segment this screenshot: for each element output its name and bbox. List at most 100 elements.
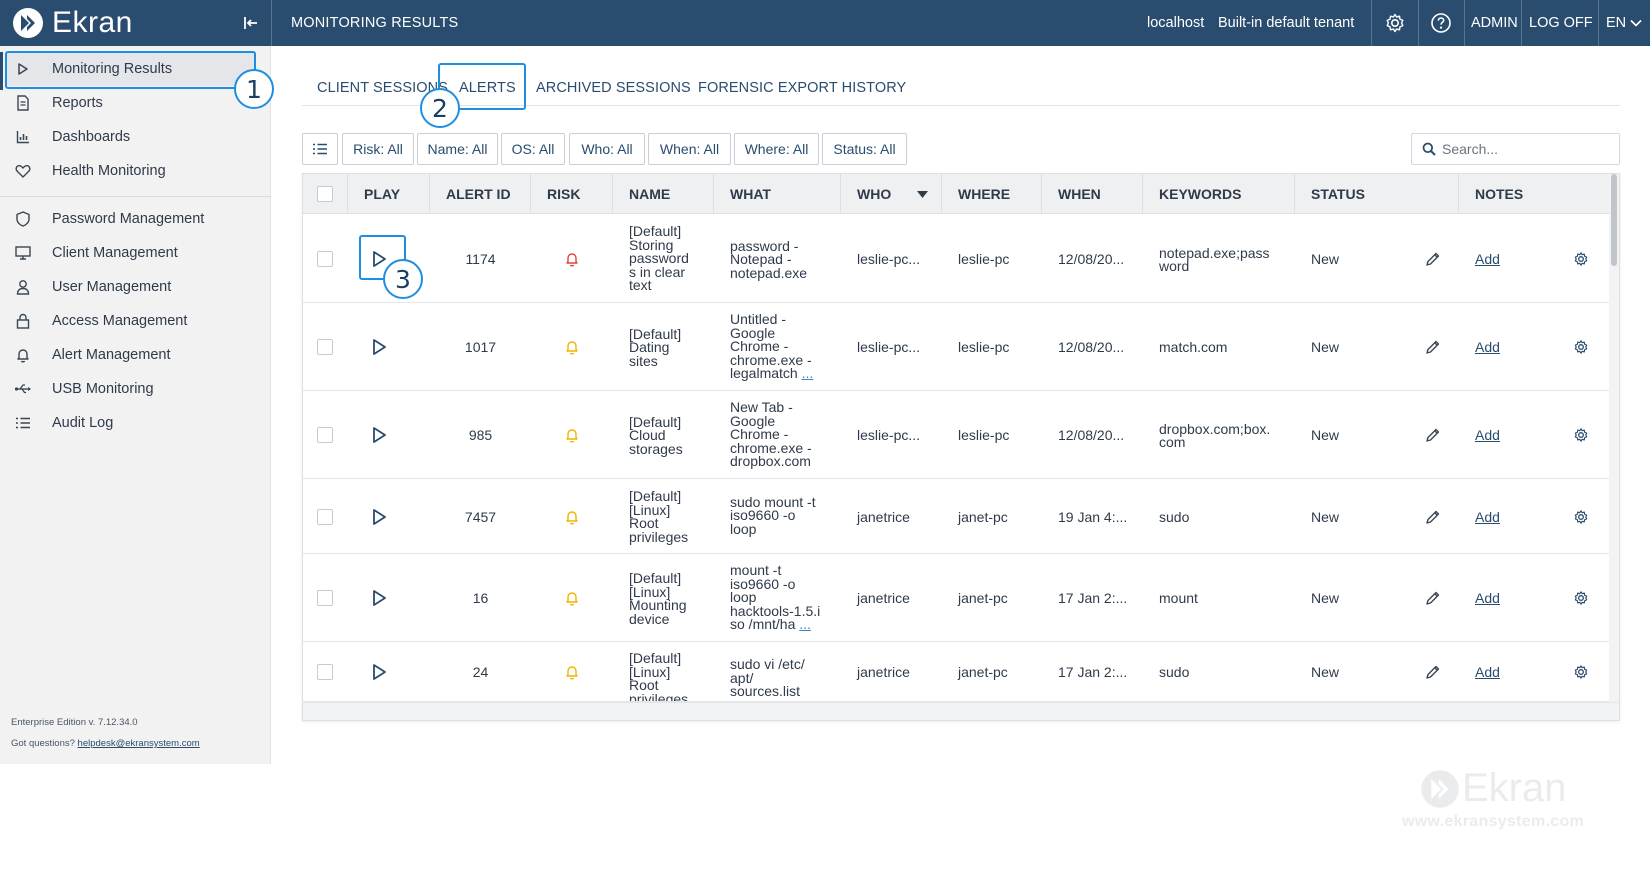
add-note-label[interactable]: Add — [1475, 427, 1500, 443]
edit-pencil-icon[interactable] — [1425, 339, 1443, 357]
play-session-icon[interactable] — [368, 506, 390, 528]
sidebar-item-client-management[interactable]: Client Management — [6, 236, 256, 270]
help-icon[interactable] — [1430, 12, 1452, 34]
add-note-link[interactable]: Add — [1475, 479, 1515, 554]
add-note-link[interactable]: Add — [1475, 554, 1515, 642]
scrollbar-thumb[interactable] — [1611, 174, 1617, 266]
edit-pencil-icon[interactable] — [1425, 509, 1443, 527]
tab-forensic-export-history[interactable]: FORENSIC EXPORT HISTORY — [698, 76, 906, 100]
select-all-checkbox[interactable] — [317, 186, 333, 202]
add-note-label[interactable]: Add — [1475, 509, 1500, 525]
table-row[interactable]: 1174 [Default] Storing password s in cle… — [303, 215, 1609, 303]
add-note-link[interactable]: Add — [1475, 391, 1515, 479]
keywords-cell: sudo — [1159, 664, 1190, 680]
row-settings-gear-icon[interactable] — [1573, 427, 1591, 445]
helpdesk-email-link[interactable]: helpdesk@ekransystem.com — [78, 738, 200, 749]
filter-name[interactable]: Name: All — [417, 133, 498, 165]
app-logo[interactable]: Ekran — [12, 6, 133, 40]
edit-pencil-icon[interactable] — [1425, 427, 1443, 445]
table-row[interactable]: 16 [Default] [Linux] Mounting device mou… — [303, 554, 1609, 642]
column-header-when[interactable]: WHEN — [1042, 174, 1143, 214]
add-note-link[interactable]: Add — [1475, 303, 1515, 391]
chevron-down-icon — [1630, 19, 1642, 27]
column-chooser-button[interactable] — [302, 133, 338, 165]
sidebar-item-access-management[interactable]: Access Management — [6, 304, 256, 338]
status-cell: New — [1311, 339, 1340, 355]
column-header-status[interactable]: STATUS — [1295, 174, 1459, 214]
row-checkbox[interactable] — [317, 251, 333, 267]
add-note-label[interactable]: Add — [1475, 339, 1500, 355]
filter-when[interactable]: When: All — [648, 133, 731, 165]
column-header-name[interactable]: NAME — [613, 174, 714, 214]
search-input[interactable] — [1442, 141, 1602, 157]
add-note-label[interactable]: Add — [1475, 251, 1500, 267]
vertical-scrollbar[interactable] — [1609, 174, 1619, 702]
sidebar-item-password-management[interactable]: Password Management — [6, 202, 256, 236]
edit-pencil-icon[interactable] — [1425, 251, 1443, 269]
sidebar-item-audit-log[interactable]: Audit Log — [6, 406, 256, 440]
expand-more-link[interactable]: ... — [799, 616, 811, 632]
edit-pencil-icon[interactable] — [1425, 664, 1443, 682]
filter-os[interactable]: OS: All — [501, 133, 565, 165]
horizontal-scrollbar[interactable] — [303, 702, 1619, 720]
keywords-cell: mount — [1159, 590, 1198, 606]
table-row[interactable]: 985 [Default] Cloud storages New Tab - G… — [303, 391, 1609, 479]
play-session-icon[interactable] — [368, 587, 390, 609]
column-header-notes[interactable]: NOTES — [1459, 174, 1609, 214]
row-checkbox[interactable] — [317, 427, 333, 443]
row-checkbox[interactable] — [317, 664, 333, 680]
server-name: localhost — [1147, 15, 1205, 31]
edit-pencil-icon[interactable] — [1425, 590, 1443, 608]
what-text: Untitled - Google Chrome - chrome.exe - … — [730, 311, 812, 381]
column-header-keywords[interactable]: KEYWORDS — [1143, 174, 1295, 214]
row-settings-gear-icon[interactable] — [1573, 339, 1591, 357]
filter-risk[interactable]: Risk: All — [342, 133, 414, 165]
questions-label: Got questions? — [11, 738, 75, 749]
risk-high-bell-icon — [565, 251, 579, 267]
column-header-where[interactable]: WHERE — [942, 174, 1042, 214]
settings-gear-icon[interactable] — [1384, 12, 1406, 34]
where-cell: leslie-pc — [958, 339, 1010, 355]
current-user-menu[interactable]: ADMIN — [1471, 0, 1518, 46]
table-row[interactable]: 7457 [Default] [Linux] Root privileges s… — [303, 479, 1609, 554]
expand-more-link[interactable]: ... — [802, 365, 814, 381]
add-note-link[interactable]: Add — [1475, 642, 1515, 701]
row-checkbox[interactable] — [317, 339, 333, 355]
add-note-label[interactable]: Add — [1475, 664, 1500, 680]
column-header-risk[interactable]: RISK — [531, 174, 613, 214]
add-note-link[interactable]: Add — [1475, 215, 1515, 303]
language-selector[interactable]: EN — [1606, 0, 1642, 46]
table-row[interactable]: 1017 [Default] Dating sites Untitled - G… — [303, 303, 1609, 391]
row-settings-gear-icon[interactable] — [1573, 590, 1591, 608]
logoff-button[interactable]: LOG OFF — [1529, 0, 1593, 46]
row-checkbox[interactable] — [317, 590, 333, 606]
sidebar-item-health-monitoring[interactable]: Health Monitoring — [6, 154, 256, 188]
play-session-icon[interactable] — [368, 336, 390, 358]
sidebar-item-alert-management[interactable]: Alert Management — [6, 338, 256, 372]
add-note-label[interactable]: Add — [1475, 590, 1500, 606]
play-session-icon[interactable] — [368, 661, 390, 683]
play-session-icon[interactable] — [368, 424, 390, 446]
column-header-who[interactable]: WHO — [841, 174, 942, 214]
row-settings-gear-icon[interactable] — [1573, 251, 1591, 269]
column-header-what[interactable]: WHAT — [714, 174, 841, 214]
search-box[interactable] — [1411, 133, 1620, 165]
column-header-alert-id[interactable]: ALERT ID — [430, 174, 531, 214]
tab-archived-sessions[interactable]: ARCHIVED SESSIONS — [536, 76, 691, 100]
sidebar-item-user-management[interactable]: User Management — [6, 270, 256, 304]
sidebar-item-reports[interactable]: Reports — [6, 86, 256, 120]
watermark-logo-icon — [1420, 769, 1460, 814]
filter-where[interactable]: Where: All — [734, 133, 819, 165]
table-row[interactable]: 24 [Default] [Linux] Root privileges sud… — [303, 642, 1609, 702]
filter-who[interactable]: Who: All — [569, 133, 645, 165]
row-checkbox[interactable] — [317, 509, 333, 525]
sidebar-item-dashboards[interactable]: Dashboards — [6, 120, 256, 154]
collapse-sidebar-icon[interactable] — [240, 12, 262, 34]
sidebar-item-usb-monitoring[interactable]: USB Monitoring — [6, 372, 256, 406]
row-settings-gear-icon[interactable] — [1573, 664, 1591, 682]
filter-status[interactable]: Status: All — [822, 133, 907, 165]
column-header-play[interactable]: PLAY — [348, 174, 430, 214]
row-settings-gear-icon[interactable] — [1573, 509, 1591, 527]
sidebar-item-label: Health Monitoring — [52, 163, 166, 179]
topbar-divider — [1371, 0, 1372, 46]
